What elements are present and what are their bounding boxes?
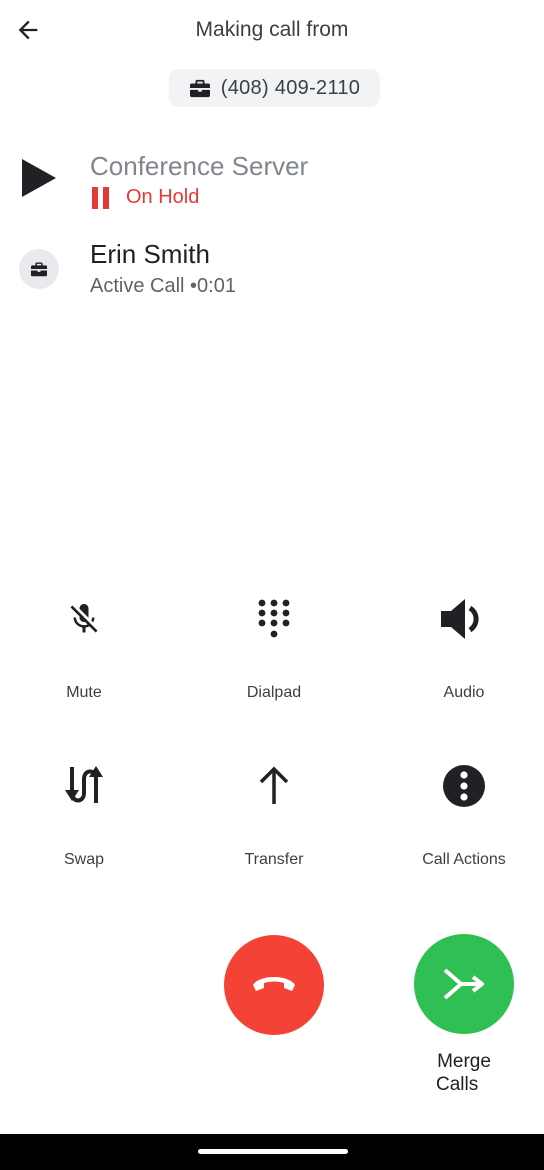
hold-status-text: On Hold: [126, 186, 200, 208]
call-actions-label: Call Actions: [422, 851, 506, 868]
briefcase-icon: [189, 79, 210, 98]
swap-button[interactable]: Swap: [4, 761, 164, 869]
arrow-up-icon: [259, 766, 289, 804]
dialpad-icon: [258, 599, 290, 638]
merge-label-line1: Merge: [437, 1051, 491, 1072]
play-icon: [22, 159, 56, 197]
dialpad-button[interactable]: Dialpad: [194, 594, 354, 702]
caller-number: (408) 409-2110: [220, 76, 361, 99]
briefcase-icon: [31, 262, 47, 277]
speaker-icon: [441, 599, 479, 639]
avatar: [19, 249, 59, 289]
call-status-hold: On Hold: [92, 186, 199, 209]
transfer-label: Transfer: [244, 851, 304, 868]
page-title: Making call from: [195, 18, 349, 41]
transfer-button[interactable]: Transfer: [194, 761, 354, 869]
hang-up-icon: [253, 977, 295, 991]
resume-call-button[interactable]: [19, 158, 59, 198]
caller-id-chip[interactable]: (408) 409-2110: [169, 69, 380, 107]
mic-off-icon: [70, 604, 98, 633]
call-name-erin: Erin Smith: [90, 239, 210, 269]
call-status-active: Active Call •0:01: [90, 275, 236, 297]
merge-calls-button[interactable]: [414, 934, 514, 1034]
home-gesture-bar[interactable]: [198, 1149, 348, 1154]
audio-button[interactable]: Audio: [384, 594, 544, 702]
mute-button[interactable]: Mute: [4, 594, 164, 702]
merge-icon: [443, 968, 484, 1000]
call-name-conference: Conference Server: [90, 151, 309, 181]
pause-icon: [92, 186, 109, 209]
merge-calls-label: Merge Calls: [414, 1050, 514, 1096]
mute-label: Mute: [66, 684, 102, 701]
end-call-button[interactable]: [224, 935, 324, 1035]
merge-label-line2: Calls: [436, 1074, 479, 1095]
call-actions-button[interactable]: Call Actions: [384, 761, 544, 869]
audio-label: Audio: [443, 684, 485, 701]
dialpad-label: Dialpad: [246, 684, 302, 701]
more-vert-icon: [443, 765, 485, 807]
swap-label: Swap: [63, 851, 105, 868]
swap-icon: [65, 766, 103, 803]
